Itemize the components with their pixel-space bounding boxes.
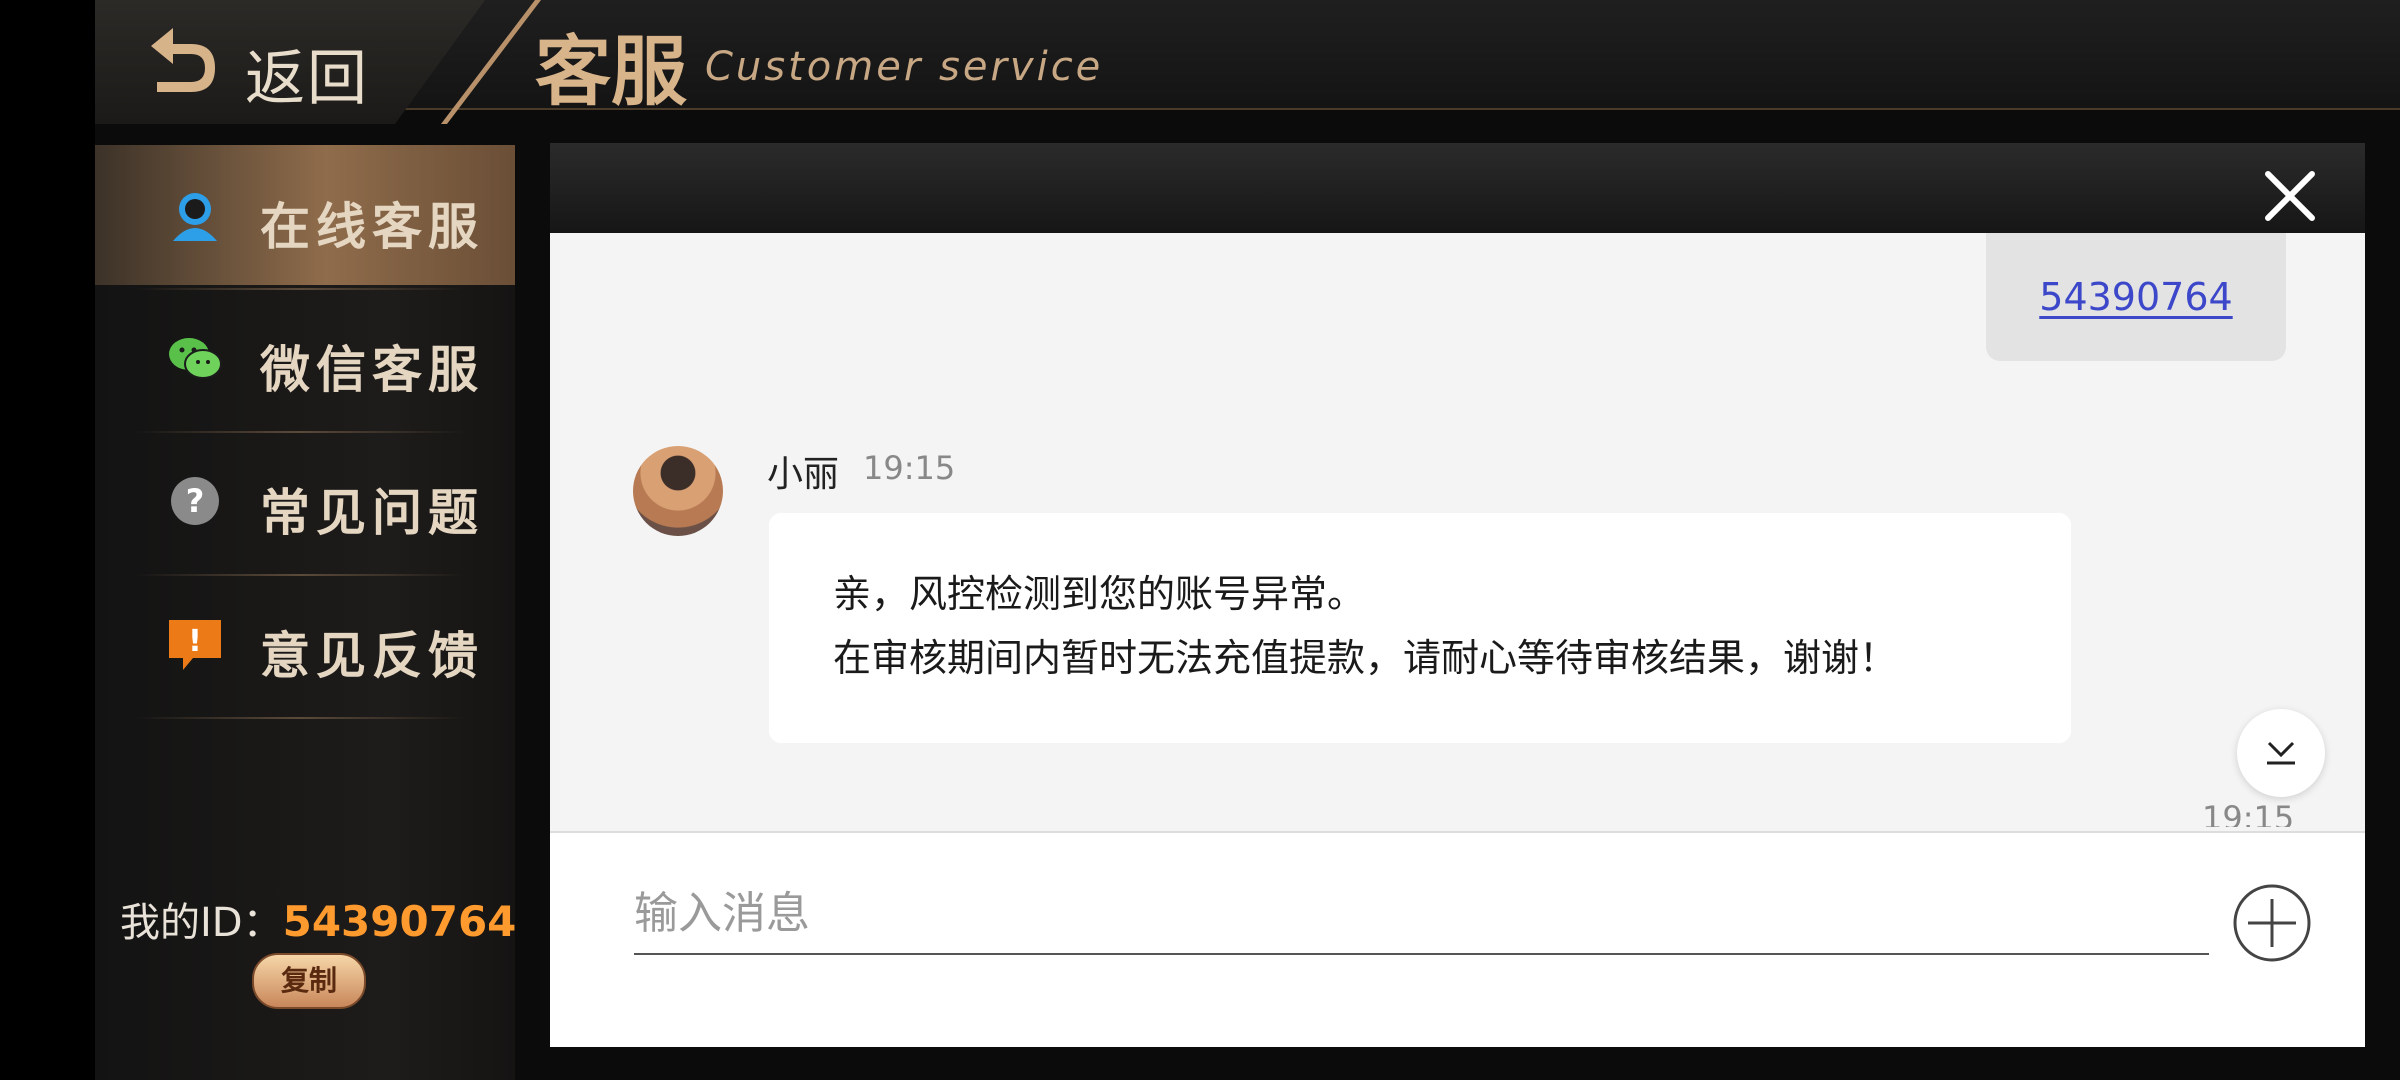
sidebar-item-feedback[interactable]: ! 意见反馈 <box>95 574 515 714</box>
my-id-value: 54390764 <box>282 897 517 946</box>
message-time: 19:15 <box>2202 799 2295 827</box>
copy-id-button[interactable]: 复制 <box>252 953 366 1009</box>
message-composer <box>550 831 2365 1047</box>
sidebar-item-wechat-service[interactable]: 微信客服 <box>95 288 515 428</box>
question-icon: ? <box>171 477 219 525</box>
sidebar-item-label: 微信客服 <box>260 341 484 399</box>
sidebar-item-label: 意见反馈 <box>260 627 484 685</box>
agent-message-line: 亲，风控检测到您的账号异常。 <box>833 572 1366 616</box>
sidebar-item-label: 常见问题 <box>260 484 484 542</box>
header-bar: 返回 客服 Customer service <box>95 0 2400 124</box>
divider <box>135 717 465 719</box>
sidebar-item-label: 在线客服 <box>260 198 484 256</box>
chevron-down-icon <box>2267 741 2295 765</box>
self-message-text[interactable]: 54390764 <box>1986 275 2286 319</box>
page-title: 客服 <box>535 27 687 116</box>
back-button[interactable]: 返回 <box>95 0 485 124</box>
chat-panel-topbar <box>550 143 2365 233</box>
agent-message-line: 在审核期间内暂时无法充值提款，请耐心等待审核结果，谢谢！ <box>833 636 1898 680</box>
close-icon[interactable] <box>2262 168 2318 224</box>
svg-text:!: ! <box>188 624 202 659</box>
agent-avatar[interactable] <box>633 446 723 536</box>
my-id: 我的ID：54390764 <box>120 890 516 948</box>
agent-message-bubble: 亲，风控检测到您的账号异常。 在审核期间内暂时无法充值提款，请耐心等待审核结果，… <box>769 513 2071 743</box>
back-label: 返回 <box>245 44 369 114</box>
agent-name: 小丽 <box>767 454 840 495</box>
scroll-to-bottom-button[interactable] <box>2237 709 2325 797</box>
support-agent-icon <box>173 193 217 241</box>
back-arrow-icon <box>151 28 215 92</box>
page-subtitle: Customer service <box>705 44 1104 90</box>
sidebar: 在线客服 微信客服 ? 常见问题 ! 意见反馈 我的ID：54390764 复制 <box>95 145 516 1080</box>
my-id-label: 我的ID： <box>120 900 283 946</box>
wechat-icon <box>169 338 222 379</box>
self-message-bubble: 54390764 <box>1986 233 2286 361</box>
add-attachment-icon[interactable] <box>2232 883 2312 963</box>
message-time: 19:15 <box>863 449 956 487</box>
sidebar-item-online-service[interactable]: 在线客服 <box>95 145 515 285</box>
message-input[interactable] <box>634 873 2209 955</box>
chat-panel: 54390764 小丽 19:15 亲，风控检测到您的账号异常。 在审核期间内暂… <box>550 143 2365 1047</box>
feedback-icon: ! <box>169 620 221 670</box>
svg-text:?: ? <box>186 482 205 520</box>
sidebar-item-faq[interactable]: ? 常见问题 <box>95 431 515 571</box>
